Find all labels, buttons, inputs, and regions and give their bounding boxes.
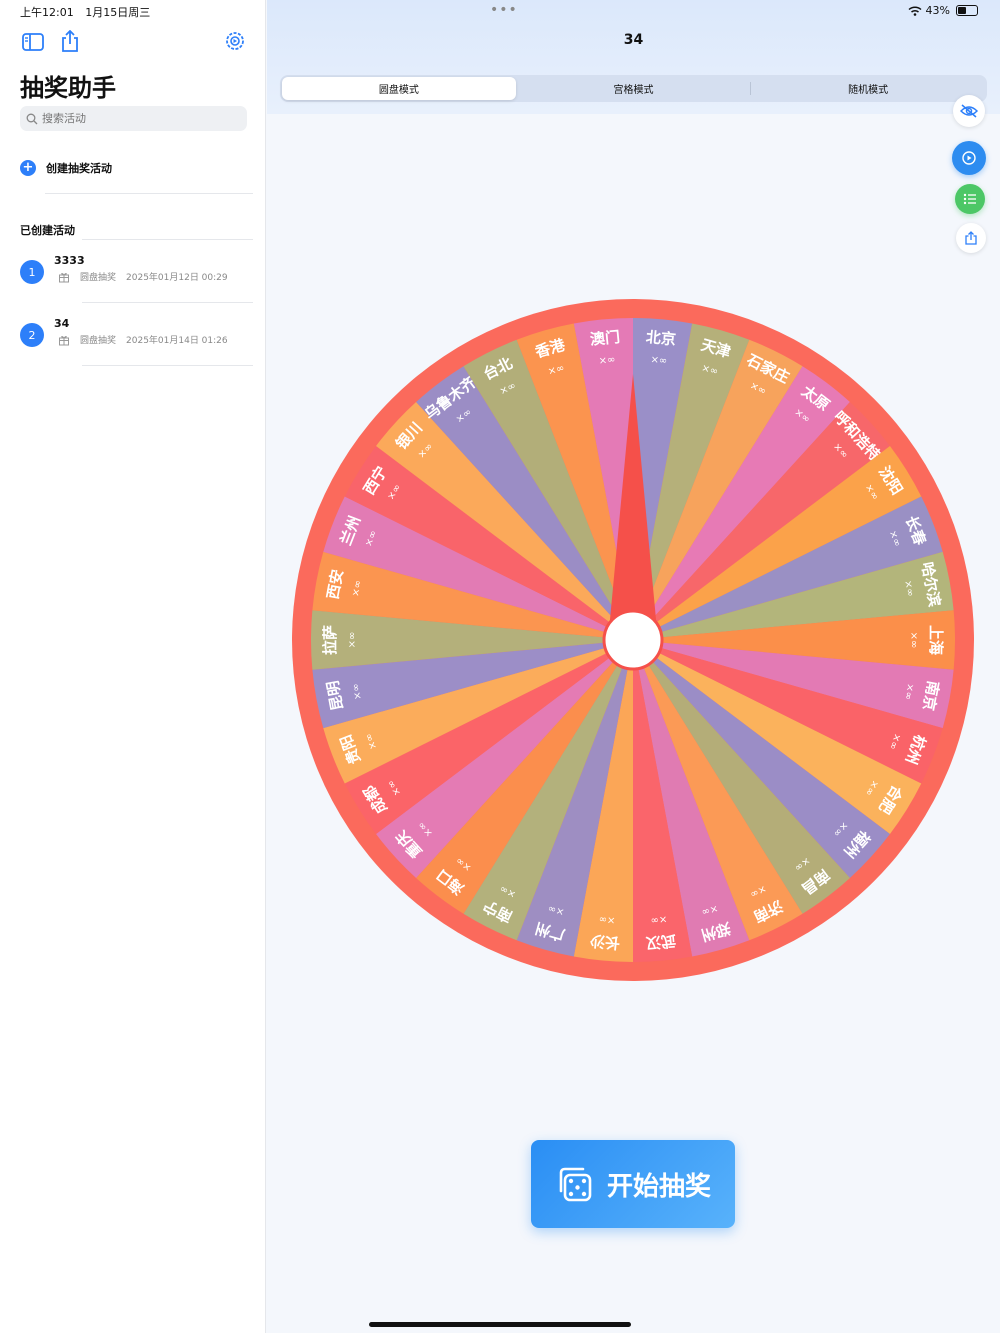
divider — [82, 239, 253, 240]
wheel-segment-count: ×∞ — [650, 913, 668, 925]
wheel-segment-count: ×∞ — [598, 913, 616, 925]
activity-item[interactable]: 1 3333 圆盘抽奖 2025年01月12日 00:29 — [20, 254, 253, 322]
sidebar-toggle-icon[interactable] — [21, 30, 45, 54]
tab-wheel-mode[interactable]: 圆盘模式 — [282, 77, 516, 100]
search-field[interactable] — [20, 106, 247, 131]
visibility-toggle-button[interactable] — [953, 95, 985, 127]
activity-meta: 圆盘抽奖 2025年01月12日 00:29 — [58, 270, 228, 283]
divider — [45, 193, 253, 194]
start-draw-label: 开始抽奖 — [606, 1171, 711, 1202]
status-time-date: 上午12:01 1月15日周三 — [20, 4, 158, 20]
battery-percent: 43% — [925, 4, 950, 17]
wifi-icon — [908, 5, 922, 16]
gift-icon — [59, 272, 69, 282]
search-icon — [26, 113, 38, 124]
activity-date: 2025年01月12日 00:29 — [126, 273, 228, 283]
create-activity-button[interactable]: + 创建抽奖活动 — [20, 160, 112, 176]
list-button[interactable] — [955, 184, 985, 214]
wheel-segment-count: ×∞ — [908, 632, 919, 649]
activity-name: 3333 — [54, 254, 85, 267]
wheel-segment-count: ×∞ — [650, 354, 668, 366]
play-settings-button[interactable] — [952, 141, 986, 175]
prize-wheel-graphic: 北京×∞ 天津×∞ 石家庄×∞ 太原×∞ 呼和浩特×∞沈阳×∞长春×∞哈尔滨×∞上海×∞… — [292, 299, 974, 981]
activity-meta: 圆盘抽奖 2025年01月14日 01:26 — [58, 333, 228, 346]
settings-gear-icon[interactable] — [223, 29, 247, 53]
tab-random-mode[interactable]: 随机模式 — [751, 77, 985, 100]
wheel-hub[interactable] — [602, 609, 664, 671]
home-indicator — [369, 1322, 631, 1327]
dice-icon — [559, 1167, 592, 1202]
export-button[interactable] — [956, 223, 986, 253]
activity-date: 2025年01月14日 01:26 — [126, 336, 228, 346]
multitasking-dots-icon[interactable]: ••• — [490, 2, 518, 18]
plus-icon: + — [20, 160, 36, 176]
wheel-segment-label: 上海 — [927, 625, 945, 655]
activity-number-badge: 2 — [20, 323, 44, 347]
wheel-segment-label: 武汉 — [644, 931, 677, 952]
page-title: 抽奖助手 — [20, 74, 116, 102]
divider — [82, 365, 253, 366]
section-label: 已创建活动 — [20, 224, 75, 237]
list-icon — [963, 193, 976, 205]
wheel-segment-label: 拉萨 — [321, 625, 339, 655]
sidebar: 上午12:01 1月15日周三 抽奖助手 + 创建抽奖活动 已创建活动 1 33… — [0, 0, 266, 1333]
wheel-segment-label: 澳门 — [589, 328, 621, 349]
gear-play-icon — [962, 151, 976, 165]
activity-name: 34 — [54, 317, 70, 330]
prize-wheel[interactable]: 北京 ×∞ 天津 ×∞ 石家庄 ×∞ 太原 ×∞ 呼和浩特 ×∞ 沈阳 ×∞ 长春 ×∞ 哈尔滨 ×∞ 上海 ×∞… — [292, 299, 974, 981]
eye-slash-icon — [960, 104, 978, 118]
battery-icon — [956, 5, 978, 16]
search-input[interactable] — [42, 112, 232, 125]
activity-type: 圆盘抽奖 — [80, 273, 117, 283]
wheel-segment-label: 长沙 — [589, 931, 621, 952]
status-date: 1月15日周三 — [85, 6, 151, 19]
status-indicators: 43% — [908, 4, 978, 17]
main-title: 34 — [623, 32, 644, 48]
start-draw-button[interactable]: 开始抽奖 — [531, 1140, 735, 1228]
activity-number-badge: 1 — [20, 260, 44, 284]
share-icon[interactable] — [58, 29, 82, 53]
activity-type: 圆盘抽奖 — [80, 336, 117, 346]
gift-icon — [59, 335, 69, 345]
create-activity-label: 创建抽奖活动 — [46, 162, 112, 175]
mode-segmented-control: 圆盘模式 宫格模式 随机模式 — [280, 75, 987, 102]
wheel-segment-count: ×∞ — [347, 632, 358, 649]
share-icon — [965, 231, 977, 245]
tab-grid-mode[interactable]: 宫格模式 — [517, 77, 751, 100]
divider — [82, 302, 253, 303]
activity-item[interactable]: 2 34 圆盘抽奖 2025年01月14日 01:26 — [20, 317, 253, 385]
wheel-segment-count: ×∞ — [598, 354, 616, 366]
status-time: 上午12:01 — [20, 6, 74, 19]
wheel-segment-label: 北京 — [645, 328, 677, 349]
